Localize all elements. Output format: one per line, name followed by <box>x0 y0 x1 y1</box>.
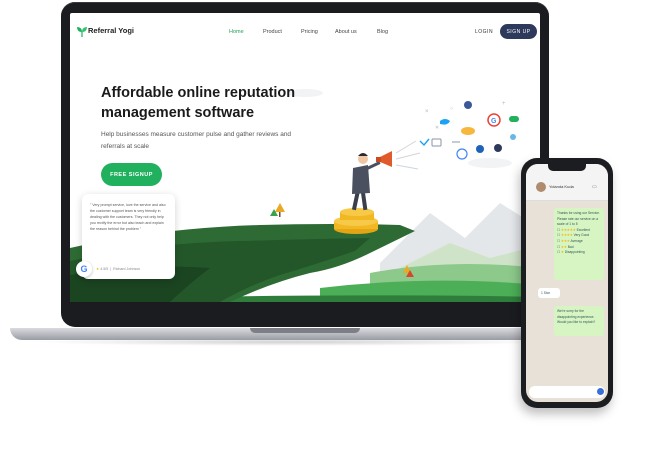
message-bubble-followup: We're sorry for the disappointing experi… <box>554 306 604 336</box>
svg-text:×: × <box>425 109 429 115</box>
review-rating: 4.5/5 <box>100 267 109 271</box>
message-input[interactable] <box>529 386 605 398</box>
svg-text:○: ○ <box>450 106 453 112</box>
laptop-notch <box>250 328 360 333</box>
review-author: Richard Johnson <box>113 267 141 271</box>
reply-bubble: 1 Star <box>538 288 560 298</box>
star-icon: ★ <box>96 267 100 271</box>
video-icon[interactable]: ▭ <box>592 184 597 190</box>
review-card: " Very prompt service, love the service … <box>76 194 175 279</box>
nav-blog[interactable]: Blog <box>377 29 388 35</box>
free-signup-button[interactable]: FREE SIGNUP <box>101 163 162 186</box>
send-icon[interactable] <box>597 388 604 395</box>
website-screen: G × ○ + ✕ Referral Yogi Home Product Pri… <box>70 13 540 302</box>
phone-notch <box>548 164 586 171</box>
nav-about-us[interactable]: About us <box>335 29 357 35</box>
svg-text:G: G <box>491 118 497 125</box>
avatar <box>536 182 546 192</box>
hero-subtitle: Help businesses measure customer pulse a… <box>101 131 292 150</box>
nav-home[interactable]: Home <box>229 29 244 35</box>
message-text: Thanks for using our Service. Please rat… <box>557 211 600 227</box>
contact-name: Yolanda Kuda <box>549 184 574 189</box>
phone-screen: Yolanda Kuda ▭ Thanks for using our Serv… <box>526 164 608 402</box>
google-icon: G <box>76 261 92 277</box>
message-bubble-rating: Thanks for using our Service. Please rat… <box>554 208 604 280</box>
svg-text:✕: ✕ <box>435 125 439 131</box>
signup-button[interactable]: SIGN UP <box>500 24 537 39</box>
review-footer: ★ 4.5/5 | Richard Johnson <box>96 267 141 271</box>
option-5: ☐ ★ Disappointing <box>557 250 585 255</box>
login-link[interactable]: LOGIN <box>475 29 493 35</box>
logo-icon[interactable] <box>76 26 88 38</box>
review-text: " Very prompt service, love the service … <box>90 203 166 231</box>
svg-text:+: + <box>502 101 506 107</box>
brand-name[interactable]: Referral Yogi <box>88 26 134 35</box>
nav-pricing[interactable]: Pricing <box>301 29 318 35</box>
nav-product[interactable]: Product <box>263 29 282 35</box>
hero-title: Affordable online reputation management … <box>101 85 296 121</box>
